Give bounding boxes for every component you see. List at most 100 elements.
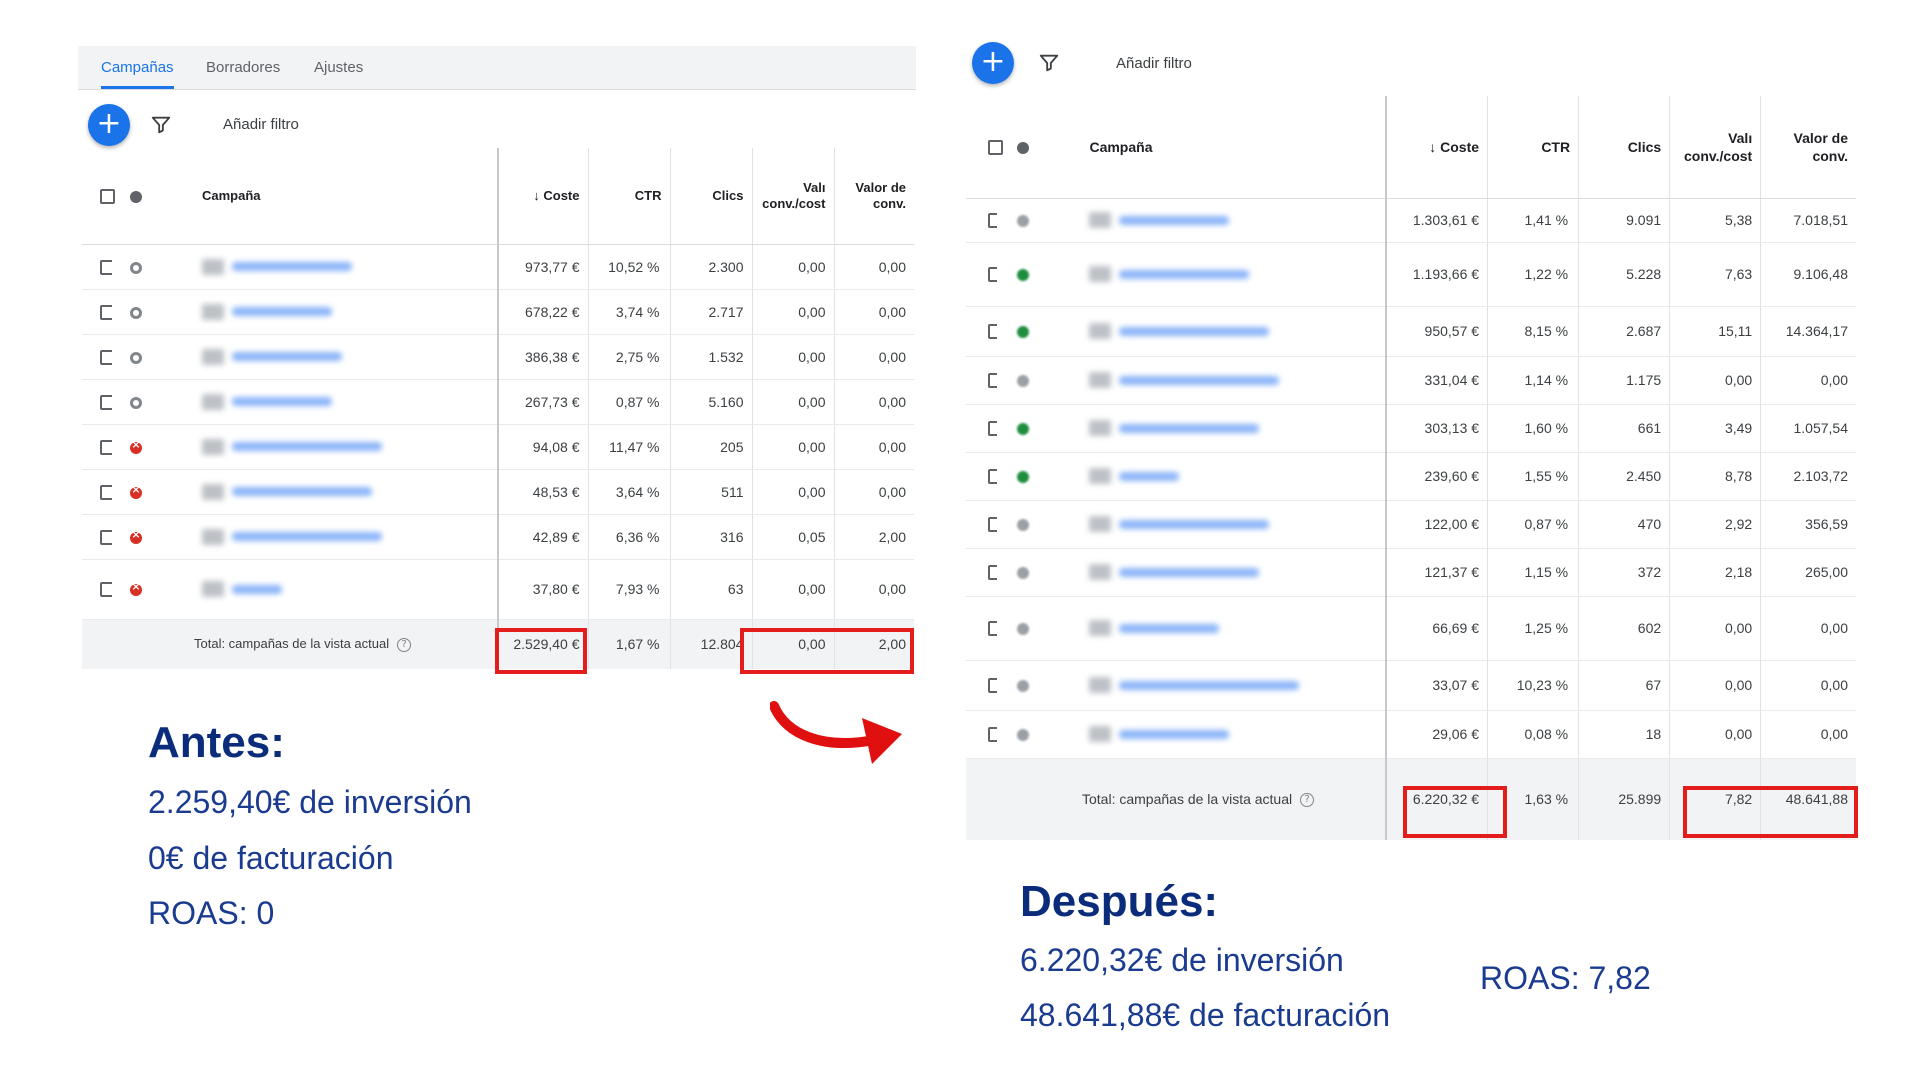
row-checkbox[interactable]: [100, 582, 112, 598]
table-row[interactable]: 66,69 €1,25 % 602 0,00 0,00: [966, 596, 1856, 661]
status-grey-icon[interactable]: [1017, 375, 1030, 388]
table-row[interactable]: 331,04 €1,14 % 1.175 0,00 0,00: [966, 356, 1856, 405]
column-campaign[interactable]: Campaña: [1069, 96, 1387, 199]
status-paused-icon[interactable]: [130, 396, 142, 409]
campaign-name-cell[interactable]: [1069, 242, 1387, 307]
row-checkbox[interactable]: [988, 565, 998, 581]
campaign-name-cell[interactable]: [1069, 356, 1387, 405]
status-removed-icon[interactable]: [130, 528, 142, 544]
row-checkbox[interactable]: [100, 394, 112, 410]
campaign-name-cell[interactable]: [182, 289, 498, 335]
campaign-name-cell[interactable]: [1069, 404, 1387, 453]
campaign-name-cell[interactable]: [1069, 660, 1387, 711]
column-conv-value[interactable]: Valor de conv.: [1760, 96, 1856, 199]
add-campaign-button[interactable]: +: [972, 42, 1014, 84]
campaign-name-cell[interactable]: [182, 514, 498, 560]
status-grey-icon[interactable]: [1017, 519, 1030, 532]
column-conv-value-cost[interactable]: Valı conv./cost: [1669, 96, 1761, 199]
status-paused-icon[interactable]: [130, 306, 142, 319]
row-checkbox[interactable]: [988, 727, 998, 743]
column-clicks[interactable]: Clics: [669, 148, 752, 245]
row-checkbox[interactable]: [100, 439, 112, 455]
status-grey-icon[interactable]: [1017, 567, 1030, 580]
campaign-name-cell[interactable]: [1069, 500, 1387, 549]
campaign-name-cell[interactable]: [1069, 710, 1387, 759]
select-all-checkbox[interactable]: [100, 189, 115, 205]
row-checkbox[interactable]: [988, 213, 998, 229]
status-active-icon[interactable]: [1017, 269, 1030, 282]
column-conv-value-cost[interactable]: Valı conv./cost: [751, 148, 834, 245]
status-removed-icon[interactable]: [130, 438, 142, 454]
status-grey-icon[interactable]: [1017, 680, 1030, 693]
add-filter-label[interactable]: Añadir filtro: [223, 116, 299, 133]
row-checkbox[interactable]: [100, 529, 112, 545]
campaign-name-cell[interactable]: [1069, 306, 1387, 357]
status-paused-icon[interactable]: [130, 351, 142, 364]
campaign-name-cell[interactable]: [1069, 596, 1387, 661]
campaign-name-cell[interactable]: [182, 424, 498, 470]
status-active-icon[interactable]: [1017, 326, 1030, 339]
campaign-name-cell[interactable]: [1069, 548, 1387, 597]
campaign-name-cell[interactable]: [182, 469, 498, 515]
status-filter-icon[interactable]: [1017, 142, 1030, 155]
table-row[interactable]: 303,13 €1,60 % 661 3,49 1.057,54: [966, 404, 1856, 453]
help-icon[interactable]: ?: [397, 638, 412, 653]
table-row[interactable]: 122,00 €0,87 % 470 2,92 356,59: [966, 500, 1856, 549]
column-campaign[interactable]: Campaña: [182, 148, 498, 245]
column-conv-value[interactable]: Valor de conv.: [833, 148, 914, 245]
add-filter-label[interactable]: Añadir filtro: [1116, 55, 1192, 72]
table-row[interactable]: 1.303,61 €1,41 % 9.091 5,38 7.018,51: [966, 198, 1856, 243]
help-icon[interactable]: ?: [1300, 793, 1315, 808]
column-cost[interactable]: ↓ Coste: [1385, 96, 1488, 199]
row-checkbox[interactable]: [988, 517, 998, 533]
campaign-name-cell[interactable]: [1069, 452, 1387, 501]
campaign-name-cell[interactable]: [182, 244, 498, 290]
table-row[interactable]: 94,08 €11,47 %2050,000,00: [82, 424, 914, 470]
campaign-name-cell[interactable]: [182, 379, 498, 425]
column-ctr[interactable]: CTR: [1487, 96, 1579, 199]
row-checkbox[interactable]: [988, 678, 998, 694]
status-grey-icon[interactable]: [1017, 729, 1030, 742]
table-row[interactable]: 48,53 €3,64 %5110,000,00: [82, 469, 914, 515]
table-row[interactable]: 973,77 €10,52 % 2.300 0,00 0,00: [82, 244, 914, 290]
select-all-checkbox[interactable]: [988, 140, 1003, 156]
table-row[interactable]: 267,73 €0,87 % 5.160 0,00 0,00: [82, 379, 914, 425]
row-checkbox[interactable]: [100, 484, 112, 500]
status-paused-icon[interactable]: [130, 261, 142, 274]
filter-icon[interactable]: [1038, 52, 1060, 74]
row-checkbox[interactable]: [100, 259, 112, 275]
table-row[interactable]: 239,60 €1,55 % 2.450 8,78 2.103,72: [966, 452, 1856, 501]
status-removed-icon[interactable]: [130, 483, 142, 499]
row-checkbox[interactable]: [988, 373, 998, 389]
row-checkbox[interactable]: [100, 349, 112, 365]
filter-icon[interactable]: [150, 114, 172, 136]
status-filter-icon[interactable]: [130, 191, 142, 204]
campaign-name-cell[interactable]: [1069, 198, 1387, 243]
table-row[interactable]: 29,06 €0,08 % 18 0,00 0,00: [966, 710, 1856, 759]
table-row[interactable]: 386,38 €2,75 % 1.532 0,00 0,00: [82, 334, 914, 380]
table-row[interactable]: 37,80 €7,93 %630,000,00: [82, 559, 914, 620]
status-removed-icon[interactable]: [130, 580, 142, 597]
column-clicks[interactable]: Clics: [1578, 96, 1670, 199]
column-cost[interactable]: ↓ Coste: [497, 148, 588, 245]
tab-drafts[interactable]: Borradores: [206, 55, 280, 89]
status-grey-icon[interactable]: [1017, 215, 1030, 228]
column-ctr[interactable]: CTR: [587, 148, 670, 245]
tab-campaigns[interactable]: Campañas: [101, 55, 174, 89]
table-row[interactable]: 121,37 €1,15 % 372 2,18 265,00: [966, 548, 1856, 597]
table-row[interactable]: 42,89 €6,36 %3160,052,00: [82, 514, 914, 560]
row-checkbox[interactable]: [988, 267, 998, 283]
row-checkbox[interactable]: [988, 421, 998, 437]
table-row[interactable]: 678,22 €3,74 % 2.717 0,00 0,00: [82, 289, 914, 335]
table-row[interactable]: 33,07 €10,23 % 67 0,00 0,00: [966, 660, 1856, 711]
table-row[interactable]: 950,57 €8,15 % 2.687 15,11 14.364,17: [966, 306, 1856, 357]
campaign-name-cell[interactable]: [182, 559, 498, 620]
row-checkbox[interactable]: [988, 324, 998, 340]
row-checkbox[interactable]: [100, 304, 112, 320]
table-row[interactable]: 1.193,66 €1,22 % 5.228 7,63 9.106,48: [966, 242, 1856, 307]
add-campaign-button[interactable]: +: [88, 104, 130, 146]
row-checkbox[interactable]: [988, 621, 998, 637]
row-checkbox[interactable]: [988, 469, 998, 485]
campaign-name-cell[interactable]: [182, 334, 498, 380]
status-active-icon[interactable]: [1017, 471, 1030, 484]
